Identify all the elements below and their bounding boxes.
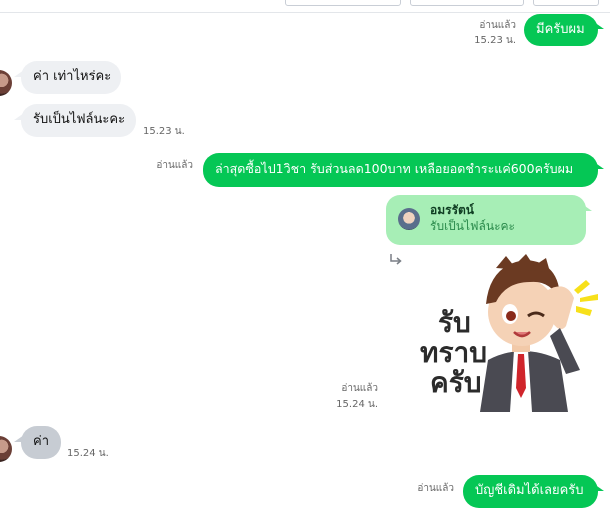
- message-time: 15.23 น.: [474, 35, 516, 46]
- bubble-tail: [594, 162, 604, 169]
- reply-text: รับเป็นไฟล์นะคะ: [430, 219, 515, 233]
- reply-name: อมรรัตน์: [430, 203, 475, 217]
- reply-card[interactable]: อมรรัตน์ รับเป็นไฟล์นะคะ: [386, 195, 586, 245]
- sticker-text-line: ครับ: [430, 366, 482, 399]
- bubble-tail: [594, 22, 604, 29]
- outgoing-message[interactable]: ล่าสุดซื้อไป1วิชา รับส่วนลด100บาท เหลือย…: [203, 153, 598, 187]
- message-text: รับเป็นไฟล์นะคะ: [33, 112, 126, 127]
- sticker-text-line: รับ: [438, 306, 471, 339]
- message-text: ล่าสุดซื้อไป1วิชา รับส่วนลด100บาท เหลือย…: [215, 161, 574, 176]
- message-text: ค่า: [33, 434, 49, 449]
- contact-avatar[interactable]: [0, 436, 12, 462]
- read-status: อ่านแล้ว: [156, 160, 193, 171]
- bubble-tail: [594, 484, 604, 491]
- reply-arrow-icon[interactable]: [388, 252, 404, 268]
- read-status: อ่านแล้ว: [479, 20, 516, 31]
- bubble-tail: [14, 113, 24, 120]
- toolbar-button[interactable]: [410, 0, 524, 6]
- message-time: 15.23 น.: [143, 126, 185, 137]
- contact-avatar[interactable]: [0, 70, 12, 96]
- message-text: ค่า เท่าไหร่คะ: [33, 69, 112, 84]
- reply-avatar: [398, 208, 420, 230]
- bubble-tail: [582, 204, 592, 211]
- sticker[interactable]: รับ ทราบ ครับ: [410, 250, 610, 412]
- message-text: มีครับผม: [536, 22, 585, 37]
- sticker-text-line: ทราบ: [420, 336, 487, 369]
- outgoing-message[interactable]: มีครับผม: [524, 14, 598, 46]
- top-toolbar: [0, 0, 610, 13]
- incoming-message[interactable]: รับเป็นไฟล์นะคะ: [21, 104, 136, 137]
- incoming-message[interactable]: ค่า: [21, 426, 61, 459]
- message-time: 15.24 น.: [67, 448, 109, 459]
- toolbar-button[interactable]: [533, 0, 599, 6]
- incoming-message[interactable]: ค่า เท่าไหร่คะ: [21, 61, 121, 94]
- read-status: อ่านแล้ว: [417, 483, 454, 494]
- message-time: 15.24 น.: [336, 399, 378, 410]
- bubble-tail: [14, 435, 24, 442]
- outgoing-message[interactable]: บัญชีเดิมได้เลยครับ: [463, 475, 598, 508]
- message-text: บัญชีเดิมได้เลยครับ: [475, 483, 584, 498]
- bubble-tail: [14, 70, 24, 77]
- read-status: อ่านแล้ว: [341, 383, 378, 394]
- toolbar-button[interactable]: [285, 0, 401, 6]
